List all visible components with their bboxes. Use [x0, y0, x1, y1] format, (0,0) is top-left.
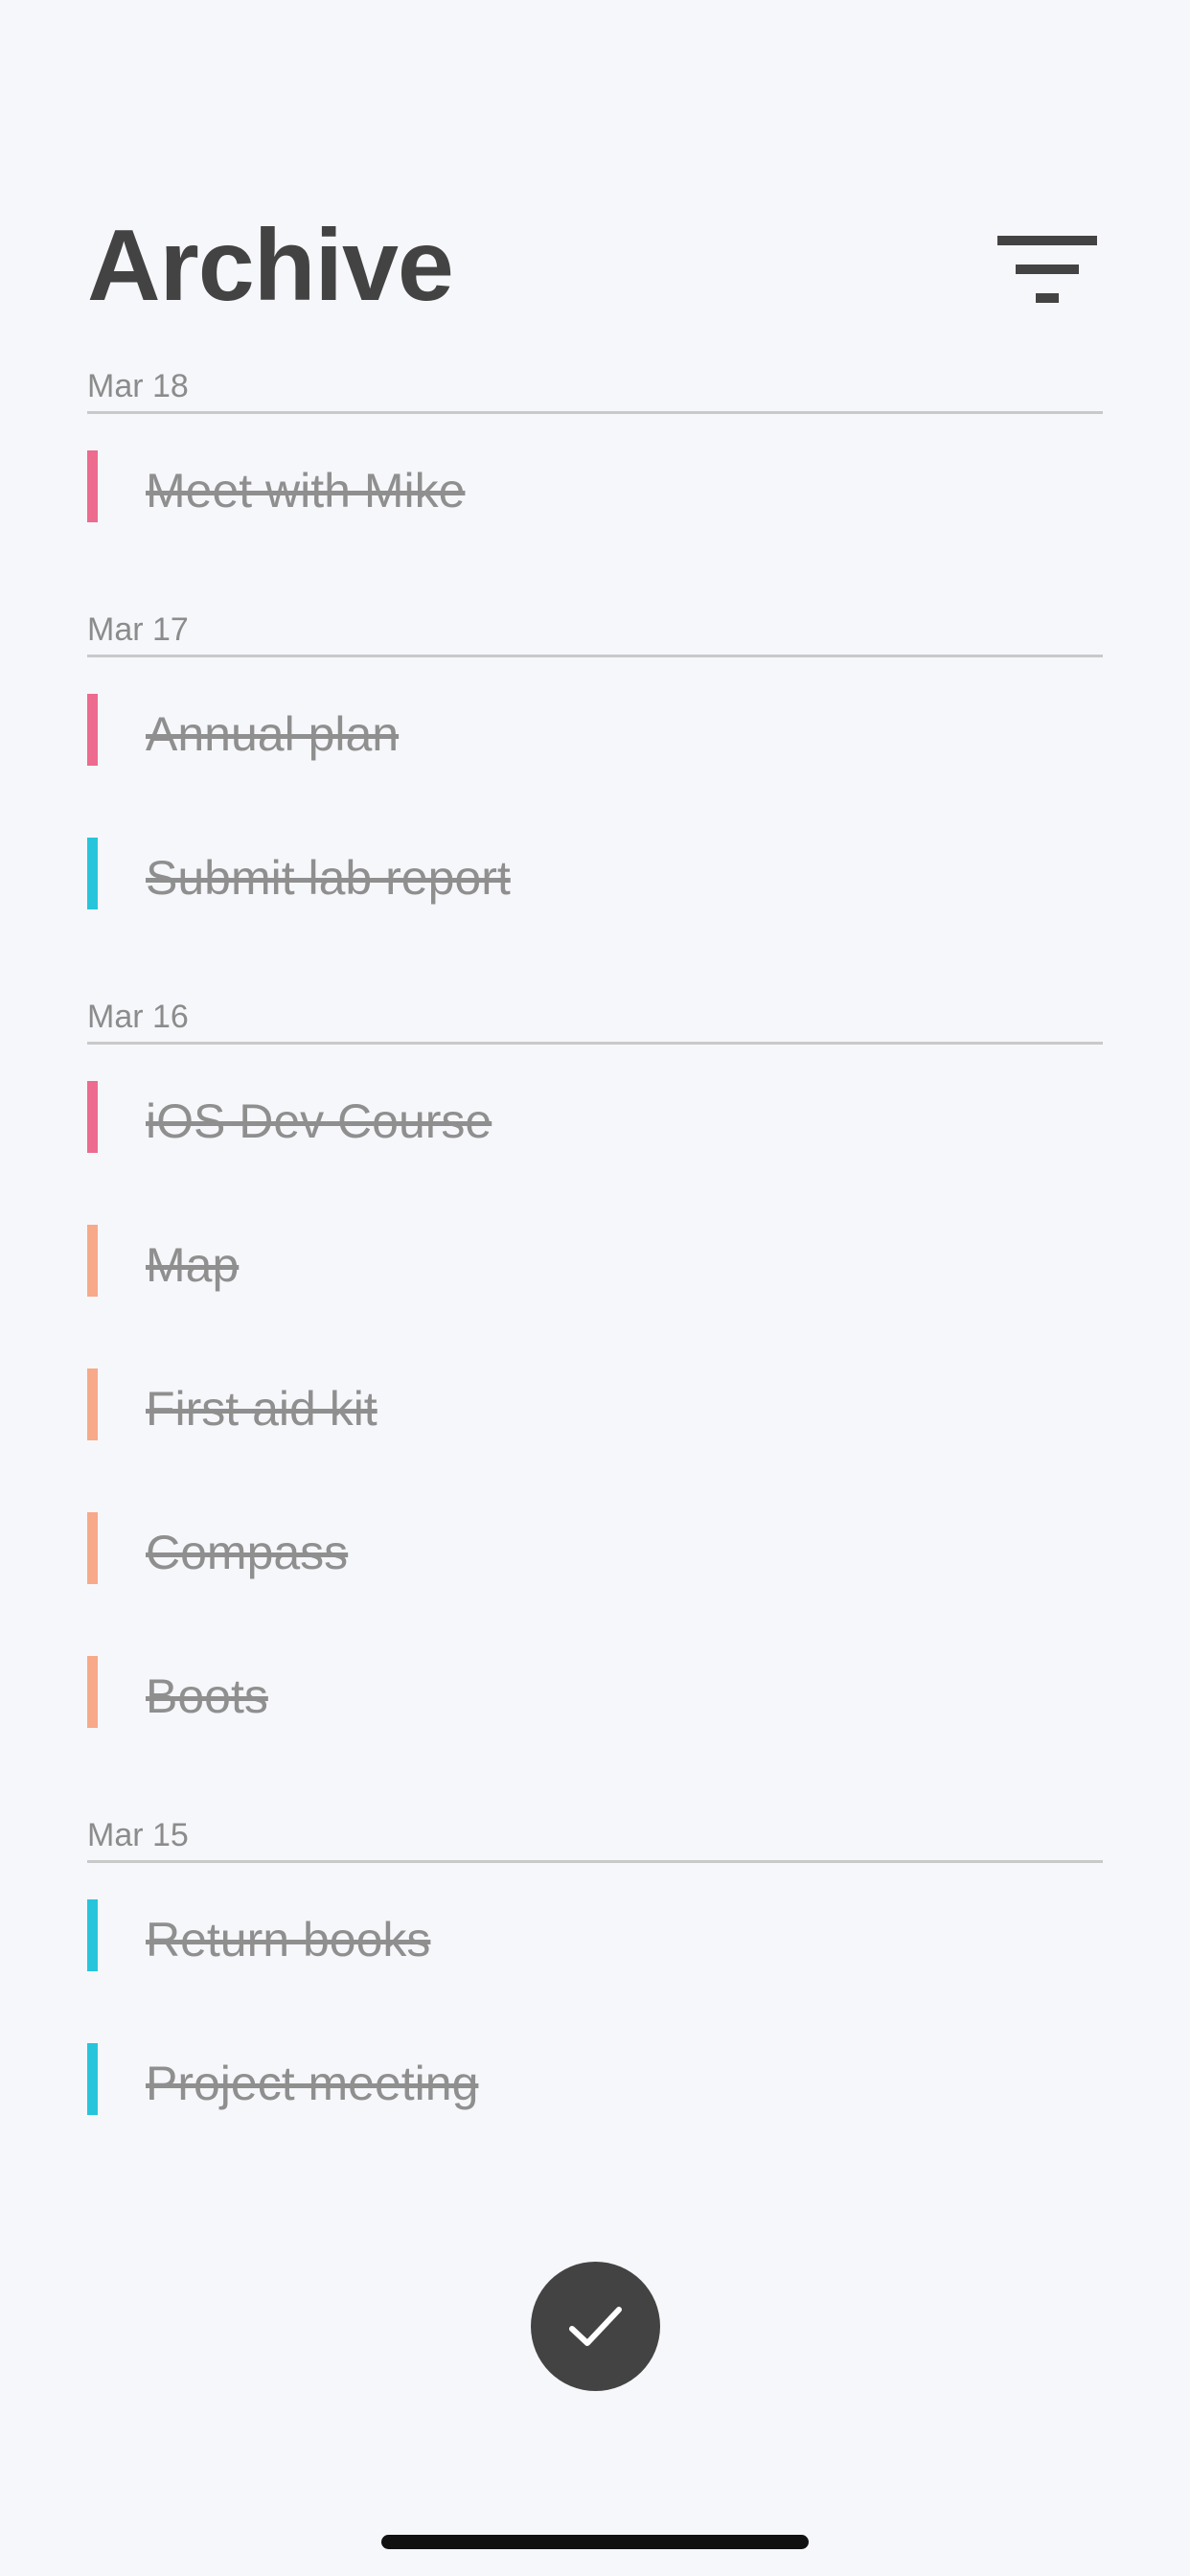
task-color-tag: [87, 838, 98, 909]
task-label: Annual plan: [146, 707, 400, 761]
task-label: First aid kit: [146, 1382, 378, 1436]
task-item[interactable]: Submit lab report: [87, 801, 1103, 945]
group-date: Mar 18: [87, 368, 189, 404]
task-item[interactable]: Compass: [87, 1476, 1103, 1620]
task-item[interactable]: Annual plan: [87, 657, 1103, 801]
task-item[interactable]: Project meeting: [87, 2007, 1103, 2150]
task-color-tag: [87, 694, 98, 766]
group-date: Mar 17: [87, 611, 189, 648]
date-group: Mar 18 Meet with Mike: [87, 364, 1103, 558]
complete-button[interactable]: [531, 2262, 660, 2391]
archive-screen: Archive Mar 18 Meet with Mike Mar 17 Annual…: [0, 0, 1190, 2576]
task-color-tag: [87, 1225, 98, 1297]
task-item[interactable]: iOS Dev Course: [87, 1045, 1103, 1188]
task-label: Return books: [146, 1913, 431, 1966]
archive-list: Mar 18 Meet with Mike Mar 17 Annual plan Sub…: [87, 364, 1103, 2150]
date-header: Mar 18: [87, 364, 1103, 414]
task-color-tag: [87, 1512, 98, 1584]
home-indicator[interactable]: [381, 2535, 809, 2549]
task-color-tag: [87, 450, 98, 522]
task-color-tag: [87, 2043, 98, 2115]
task-label: Submit lab report: [146, 851, 511, 905]
date-group: Mar 17 Annual plan Submit lab report: [87, 608, 1103, 945]
group-date: Mar 16: [87, 999, 189, 1035]
task-label: Map: [146, 1238, 240, 1292]
date-header: Mar 16: [87, 995, 1103, 1045]
task-label: Compass: [146, 1526, 349, 1579]
group-date: Mar 15: [87, 1817, 189, 1853]
page-title: Archive: [87, 209, 454, 322]
date-group: Mar 16 iOS Dev Course Map First aid kit Comp…: [87, 995, 1103, 1763]
task-item[interactable]: First aid kit: [87, 1332, 1103, 1476]
date-group: Mar 15 Return books Project meeting: [87, 1813, 1103, 2150]
checkmark-icon: [569, 2307, 622, 2346]
header: Archive: [87, 203, 1103, 328]
filter-icon[interactable]: [997, 236, 1097, 305]
task-color-tag: [87, 1656, 98, 1728]
task-color-tag: [87, 1899, 98, 1971]
task-label: Boots: [146, 1669, 268, 1723]
task-label: Meet with Mike: [146, 464, 466, 518]
task-color-tag: [87, 1081, 98, 1153]
date-header: Mar 17: [87, 608, 1103, 657]
date-header: Mar 15: [87, 1813, 1103, 1863]
task-color-tag: [87, 1368, 98, 1440]
task-label: iOS Dev Course: [146, 1094, 492, 1148]
task-item[interactable]: Meet with Mike: [87, 414, 1103, 558]
task-label: Project meeting: [146, 2057, 479, 2110]
task-item[interactable]: Map: [87, 1188, 1103, 1332]
task-item[interactable]: Return books: [87, 1863, 1103, 2007]
task-item[interactable]: Boots: [87, 1620, 1103, 1763]
